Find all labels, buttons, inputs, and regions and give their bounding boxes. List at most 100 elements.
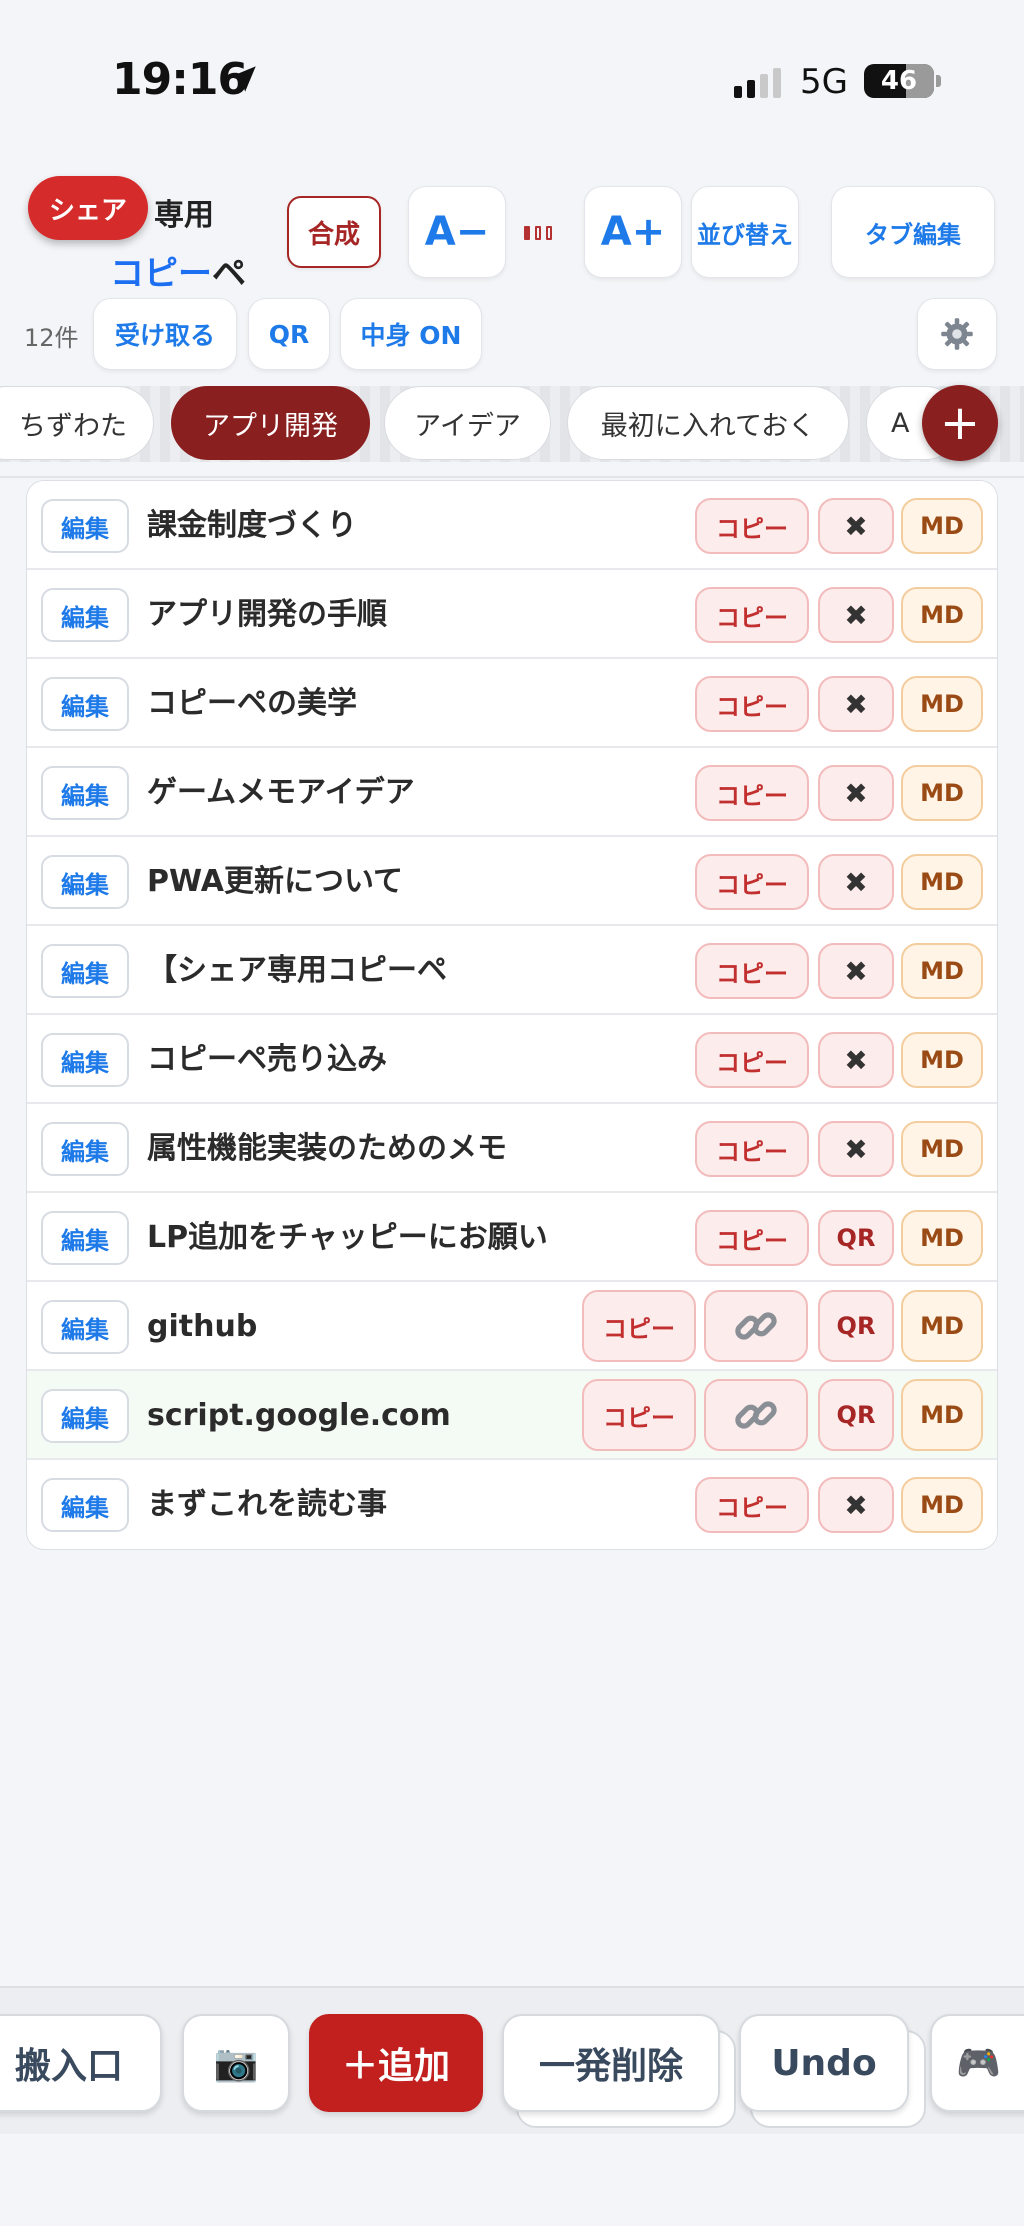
tab-chizuwata[interactable]: ちずわた [0,386,154,460]
tab-edit-button[interactable]: タブ編集 [831,186,995,278]
copy-button[interactable]: コピー [695,1032,809,1088]
merge-button[interactable]: 合成 [287,196,381,268]
md-button[interactable]: MD [901,943,983,999]
font-increase-button[interactable]: A+ [584,186,682,278]
md-button[interactable]: MD [901,854,983,910]
copy-button[interactable]: コピー [695,1121,809,1177]
item-title[interactable]: 【シェア専用コピーペ [147,926,447,1015]
edit-button[interactable]: 編集 [41,1300,129,1354]
tab-first[interactable]: 最初に入れておく [567,386,849,460]
item-title[interactable]: コピーペ売り込み [147,1015,387,1104]
close-icon[interactable]: ✖ [818,498,894,554]
close-icon[interactable]: ✖ [818,854,894,910]
location-arrow-icon [230,66,256,92]
edit-button[interactable]: 編集 [41,1389,129,1443]
app-title-blue: コピー [110,254,212,294]
close-icon[interactable]: ✖ [818,1032,894,1088]
copy-button[interactable]: コピー [695,498,809,554]
add-button[interactable]: ＋追加 [309,2014,483,2112]
edit-button[interactable]: 編集 [41,855,129,909]
link-button[interactable] [704,1290,808,1362]
md-button[interactable]: MD [901,498,983,554]
status-bar: 19:16 5G 46 [0,0,1024,150]
qr-code-button[interactable]: QR [818,1379,894,1451]
link-button[interactable] [704,1379,808,1451]
close-icon[interactable]: ✖ [818,587,894,643]
undo-button[interactable]: Undo [739,2014,909,2112]
link-icon [735,1401,777,1429]
qr-button[interactable]: QR [248,298,330,370]
signal-strength-icon [734,68,781,98]
delete-all-button[interactable]: 一発削除 [502,2014,720,2112]
import-button[interactable]: 搬入口 [0,2014,162,2112]
copy-button[interactable]: コピー [695,587,809,643]
item-count: 12件 [24,324,79,352]
edit-button[interactable]: 編集 [41,1478,129,1532]
font-decrease-button[interactable]: A− [408,186,506,278]
item-title[interactable]: コピーペの美学 [147,659,357,748]
edit-button[interactable]: 編集 [41,1211,129,1265]
md-button[interactable]: MD [901,676,983,732]
item-title[interactable]: github [147,1282,257,1371]
edit-button[interactable]: 編集 [41,677,129,731]
content-toggle-button[interactable]: 中身 ON [340,298,482,370]
item-title[interactable]: PWA更新について [147,837,403,926]
md-button[interactable]: MD [901,1121,983,1177]
copy-button[interactable]: コピー [695,1477,809,1533]
receive-button[interactable]: 受け取る [93,298,237,370]
md-button[interactable]: MD [901,1477,983,1533]
qr-code-button[interactable]: QR [818,1210,894,1266]
copy-button[interactable]: コピー [582,1290,696,1362]
item-title[interactable]: アプリ開発の手順 [147,570,387,659]
list-item: 編集 PWA更新について コピー ✖ MD [27,837,997,926]
edit-button[interactable]: 編集 [41,588,129,642]
qr-code-button[interactable]: QR [818,1290,894,1362]
list-item: 編集 【シェア専用コピーペ コピー ✖ MD [27,926,997,1015]
copy-button[interactable]: コピー [695,676,809,732]
tab-app-dev[interactable]: アプリ開発 [171,386,370,460]
camera-button[interactable]: 📷 [182,2014,290,2112]
edit-button[interactable]: 編集 [41,1033,129,1087]
md-button[interactable]: MD [901,1210,983,1266]
edit-button[interactable]: 編集 [41,499,129,553]
copy-button[interactable]: コピー [695,1210,809,1266]
list-item: 編集 LP追加をチャッピーにお願い コピー QR MD [27,1193,997,1282]
item-title[interactable]: まずこれを読む事 [147,1460,387,1549]
copy-button[interactable]: コピー [695,765,809,821]
item-title[interactable]: 課金制度づくり [147,481,357,570]
tab-idea[interactable]: アイデア [384,386,551,460]
close-icon[interactable]: ✖ [818,1121,894,1177]
close-icon[interactable]: ✖ [818,676,894,732]
list-item: 編集 コピーペ売り込み コピー ✖ MD [27,1015,997,1104]
edit-button[interactable]: 編集 [41,944,129,998]
list-item: 編集 コピーペの美学 コピー ✖ MD [27,659,997,748]
md-button[interactable]: MD [901,587,983,643]
list-item: 編集 属性機能実装のためのメモ コピー ✖ MD [27,1104,997,1193]
tab-strip: ちずわた アプリ開発 アイデア 最初に入れておく A [0,380,1024,476]
add-tab-button[interactable]: + [922,385,998,461]
sort-button[interactable]: 並び替え [691,186,799,278]
item-title[interactable]: script.google.com [147,1371,451,1460]
edit-button[interactable]: 編集 [41,1122,129,1176]
share-badge[interactable]: シェア [28,176,148,240]
close-icon[interactable]: ✖ [818,765,894,821]
settings-button[interactable] [917,298,997,370]
item-title[interactable]: LP追加をチャッピーにお願い [147,1193,548,1282]
item-title[interactable]: ゲームメモアイデア [147,748,415,837]
game-button[interactable]: 🎮 [930,2014,1024,2112]
close-icon[interactable]: ✖ [818,943,894,999]
md-button[interactable]: MD [901,765,983,821]
font-size-indicator [524,226,552,240]
item-title[interactable]: 属性機能実装のためのメモ [147,1104,507,1193]
network-type: 5G [800,62,848,102]
list-item: 編集 script.google.com コピー QR MD [27,1371,997,1460]
copy-button[interactable]: コピー [695,854,809,910]
md-button[interactable]: MD [901,1379,983,1451]
md-button[interactable]: MD [901,1290,983,1362]
close-icon[interactable]: ✖ [818,1477,894,1533]
copy-button[interactable]: コピー [695,943,809,999]
edit-button[interactable]: 編集 [41,766,129,820]
app-title-dark: ペ [212,254,246,294]
md-button[interactable]: MD [901,1032,983,1088]
copy-button[interactable]: コピー [582,1379,696,1451]
